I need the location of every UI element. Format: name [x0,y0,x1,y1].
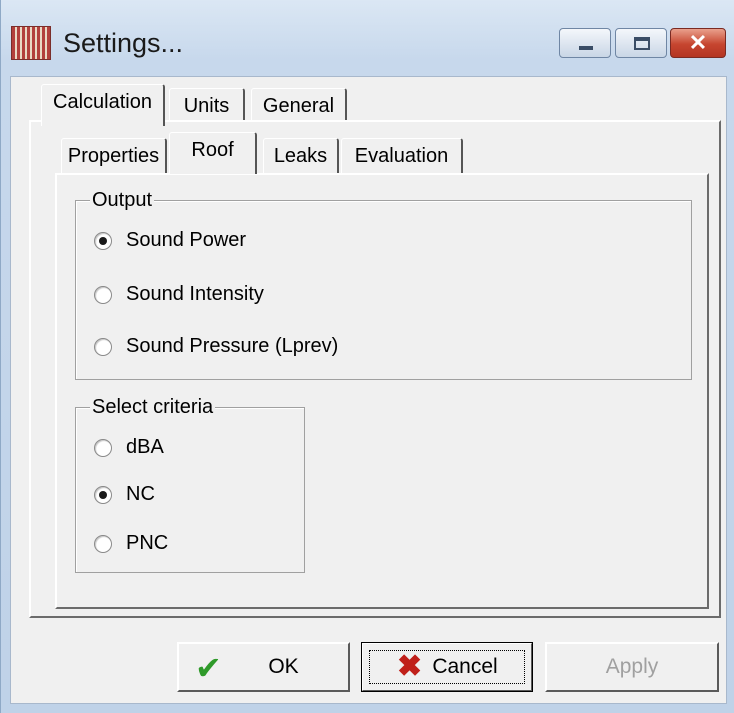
close-icon: ✕ [688,30,708,55]
maximize-icon [634,37,650,50]
subtab-evaluation[interactable]: Evaluation [341,138,463,174]
subtab-roof-label: Roof [191,139,234,161]
output-sound-pressure-radio[interactable] [94,338,112,356]
apply-button[interactable]: Apply [545,642,719,692]
output-sound-intensity-label: Sound Intensity [126,283,264,305]
ok-button[interactable]: ✔ OK [177,642,350,692]
ok-button-label: OK [268,655,299,678]
output-sound-intensity-radio[interactable] [94,286,112,304]
output-group: Output Sound Power Sound Intensity Sound… [75,189,692,380]
subtab-leaks-label: Leaks [273,145,328,167]
tab-calculation-label: Calculation [53,91,152,113]
tab-general[interactable]: General [251,88,347,124]
criteria-nc-label: NC [126,483,155,505]
cancel-button[interactable]: ✖ Cancel [361,642,533,692]
tab-units[interactable]: Units [169,88,245,124]
window-title: Settings... [63,28,184,58]
criteria-pnc-label: PNC [126,532,169,554]
output-group-label: Output [90,189,155,212]
apply-button-label: Apply [605,655,659,678]
subtab-roof[interactable]: Roof [169,132,257,174]
criteria-pnc-radio[interactable] [94,535,112,553]
subtab-properties-label: Properties [67,145,160,167]
subtab-evaluation-label: Evaluation [354,145,449,167]
output-sound-pressure-label: Sound Pressure (Lprev) [126,335,339,357]
subtab-leaks[interactable]: Leaks [263,138,339,174]
output-sound-power-radio[interactable] [94,232,112,250]
tab-general-label: General [262,95,335,117]
criteria-nc-radio[interactable] [94,486,112,504]
subtab-properties[interactable]: Properties [61,138,167,174]
title-bar[interactable]: Settings... ✕ [1,0,734,76]
settings-window: Settings... ✕ Calculation Units General … [0,0,734,713]
tab-calculation[interactable]: Calculation [41,84,165,126]
minimize-icon [579,46,593,50]
criteria-dba-label: dBA [126,436,164,458]
close-button[interactable]: ✕ [670,28,726,58]
minimize-button[interactable] [559,28,611,58]
app-icon [11,26,51,60]
select-criteria-group-label: Select criteria [90,396,216,419]
criteria-dba-radio[interactable] [94,439,112,457]
maximize-button[interactable] [615,28,667,58]
tab-units-label: Units [183,95,230,117]
select-criteria-group: Select criteria dBA NC PNC [75,396,305,573]
cancel-button-label: Cancel [432,655,498,678]
output-sound-power-label: Sound Power [126,229,247,251]
